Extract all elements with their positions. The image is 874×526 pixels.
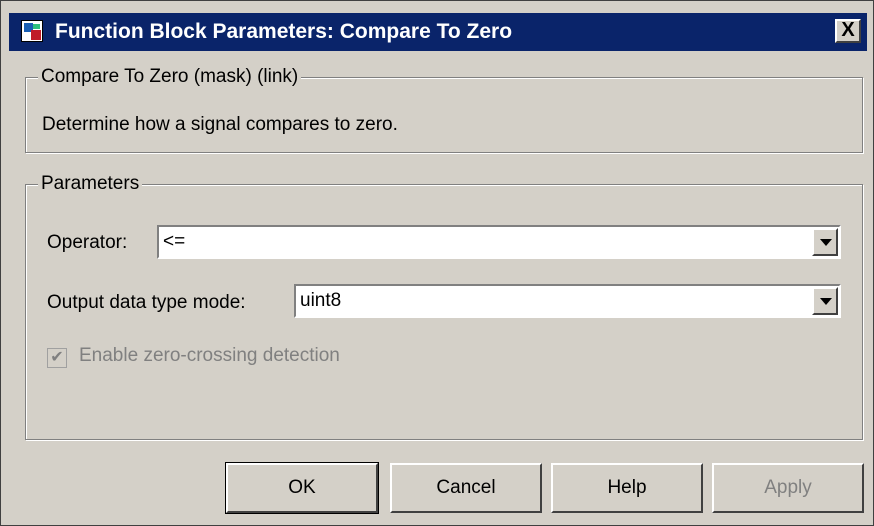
description-group: Compare To Zero (mask) (link) Determine … (25, 65, 863, 153)
chevron-down-icon[interactable] (812, 228, 838, 256)
title-bar[interactable]: Function Block Parameters: Compare To Ze… (9, 13, 867, 51)
operator-dropdown[interactable]: <= (157, 225, 841, 259)
ok-button[interactable]: OK (225, 462, 379, 514)
zero-crossing-checkbox[interactable]: ✔ (47, 348, 67, 368)
block-description: Determine how a signal compares to zero. (42, 114, 398, 135)
description-group-title: Compare To Zero (mask) (link) (38, 65, 302, 89)
window-title: Function Block Parameters: Compare To Ze… (55, 20, 513, 43)
simulink-block-icon (21, 20, 43, 42)
dialog-window: Function Block Parameters: Compare To Ze… (0, 0, 874, 526)
chevron-down-icon[interactable] (812, 287, 838, 315)
parameters-group-title: Parameters (38, 172, 143, 196)
operator-label: Operator: (47, 232, 128, 253)
cancel-button[interactable]: Cancel (390, 463, 542, 513)
operator-value: <= (163, 231, 186, 252)
apply-button[interactable]: Apply (712, 463, 864, 513)
help-button[interactable]: Help (551, 463, 703, 513)
output-data-type-dropdown[interactable]: uint8 (294, 284, 841, 318)
output-data-type-label: Output data type mode: (47, 292, 246, 313)
close-button[interactable]: X (835, 19, 861, 43)
zero-crossing-label: Enable zero-crossing detection (79, 345, 340, 366)
output-data-type-value: uint8 (300, 290, 342, 311)
